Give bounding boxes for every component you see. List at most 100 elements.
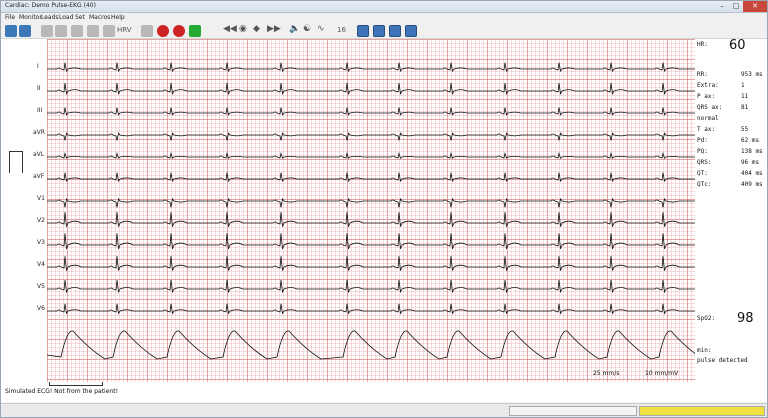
minimize-icon[interactable]: – — [715, 1, 729, 12]
measurement-value: 1 — [741, 82, 745, 89]
measurement-value: 96 ms — [741, 159, 760, 166]
export-icon[interactable] — [103, 25, 115, 37]
measurement-row: QTc: 409 ms — [697, 181, 767, 191]
status-bar — [1, 403, 767, 417]
sound-icon[interactable]: 🔈 — [289, 24, 300, 34]
measurement-value: 409 ms — [741, 181, 763, 188]
simulation-warning: Simulated ECG! Not from the patient! — [5, 388, 118, 395]
lead-label: V5 — [37, 283, 45, 290]
skip-back-icon[interactable]: ◀◀ — [223, 24, 237, 34]
tool-b-icon[interactable] — [373, 25, 385, 37]
measurement-label: QRS: — [697, 159, 712, 166]
scale-button[interactable]: 16 — [337, 26, 346, 34]
bottom-info: Simulated ECG! Not from the patient! 25 … — [1, 370, 767, 402]
lead-label: V6 — [37, 305, 45, 312]
status-field — [509, 406, 637, 416]
measurement-panel: HR: 60 RR: 953 ms Extra: 1 P ax: 11 QRS ax: 81 n… — [695, 38, 767, 382]
menu-set[interactable]: Set — [75, 14, 85, 21]
back-icon[interactable] — [5, 25, 17, 37]
calibration-pulse — [9, 151, 23, 173]
measurement-value: 11 — [741, 93, 749, 100]
tool-a-icon[interactable] — [357, 25, 369, 37]
ecg-grid[interactable] — [47, 39, 695, 382]
print-icon[interactable] — [55, 25, 67, 37]
menu-help[interactable]: Help — [111, 14, 125, 21]
lead-label: aVF — [33, 173, 45, 180]
wave-icon[interactable]: ∿ — [317, 24, 325, 34]
measurement-value: 138 ms — [741, 148, 763, 155]
measurement-value: 404 ms — [741, 170, 763, 177]
measurement-row: RR: 953 ms — [697, 71, 767, 81]
measurement-row: QRS: 96 ms — [697, 159, 767, 169]
open-icon[interactable] — [19, 25, 31, 37]
window-title: Cardiac: Demo Pulse-EKG (40) — [5, 2, 96, 9]
lead-label: aVL — [33, 151, 45, 158]
toolbar: HRV ◀◀ ◉ ◆ ▶▶ 🔈 ☯ ∿ 16 — [1, 23, 767, 39]
measurement-row: Pd: 62 ms — [697, 137, 767, 147]
spo2-label: SpO2: — [697, 315, 716, 322]
lead-label: III — [37, 107, 43, 114]
lead-label: V4 — [37, 261, 45, 268]
measurement-row: P ax: 11 — [697, 93, 767, 103]
measurement-label: normal — [697, 115, 719, 122]
play-icon[interactable] — [189, 25, 201, 37]
view-icon[interactable]: ◉ — [239, 24, 247, 34]
time-ruler — [49, 382, 103, 386]
maximize-icon[interactable]: □ — [729, 1, 743, 12]
ecg-trace — [47, 212, 695, 227]
ecg-trace — [47, 82, 695, 95]
lead-label: II — [37, 85, 41, 92]
speed-label: 25 mm/s — [593, 370, 620, 377]
lead-label: I — [37, 63, 39, 70]
ecg-trace — [47, 279, 695, 294]
ecg-trace — [47, 303, 695, 315]
filter-icon[interactable]: ☯ — [303, 24, 311, 34]
menu-bar: File Monitor Leads Load Set Macros Help — [1, 13, 767, 23]
title-bar: Cardiac: Demo Pulse-EKG (40) – □ ✕ — [1, 1, 767, 13]
lead-label-column: I II III aVR aVL aVF V1 V2 V3 V4 V5 V6 — [1, 39, 47, 382]
tool-d-icon[interactable] — [405, 25, 417, 37]
ecg-trace — [47, 197, 695, 208]
measurement-value: 953 ms — [741, 71, 763, 78]
measurement-value: 55 — [741, 126, 749, 133]
menu-macros[interactable]: Macros — [89, 14, 110, 21]
menu-leads[interactable]: Leads — [41, 14, 59, 21]
measurement-label: P ax: — [697, 93, 716, 100]
progress-fill — [640, 407, 764, 415]
measurement-label: PQ: — [697, 148, 708, 155]
measurement-label: T ax: — [697, 126, 716, 133]
menu-monitor[interactable]: Monitor — [19, 14, 42, 21]
ecg-trace — [47, 151, 695, 159]
menu-file[interactable]: File — [5, 14, 15, 21]
spo2-value: 98 — [737, 311, 754, 326]
measurement-label: QTc: — [697, 181, 712, 188]
progress-bar — [639, 406, 765, 416]
menu-load[interactable]: Load — [59, 14, 73, 21]
ecg-trace — [47, 256, 695, 271]
measurement-label: RR: — [697, 71, 708, 78]
pleth-trace — [47, 330, 695, 360]
measurement-value: 62 ms — [741, 137, 760, 144]
ecg-traces — [47, 62, 695, 360]
zoom-icon[interactable] — [41, 25, 53, 37]
close-icon[interactable]: ✕ — [743, 1, 767, 12]
lead-label: V1 — [37, 195, 45, 202]
record-icon[interactable] — [157, 25, 169, 37]
measurement-label: Pd: — [697, 137, 708, 144]
tool-c-icon[interactable] — [389, 25, 401, 37]
ecg-trace — [47, 132, 695, 141]
fit-icon[interactable]: ◆ — [253, 24, 260, 34]
record-alt-icon[interactable] — [173, 25, 185, 37]
measurement-row: normal — [697, 115, 767, 125]
ecg-trace — [47, 233, 695, 250]
hrv-button[interactable]: HRV — [117, 26, 132, 34]
copy-icon[interactable] — [71, 25, 83, 37]
measurement-label: QT: — [697, 170, 708, 177]
stop-icon[interactable] — [141, 25, 153, 37]
hr-label: HR: — [697, 41, 708, 48]
save-icon[interactable] — [87, 25, 99, 37]
ecg-trace — [47, 107, 695, 116]
hr-value: 60 — [729, 38, 746, 53]
measurement-row: T ax: 55 — [697, 126, 767, 136]
skip-forward-icon[interactable]: ▶▶ — [267, 24, 281, 34]
